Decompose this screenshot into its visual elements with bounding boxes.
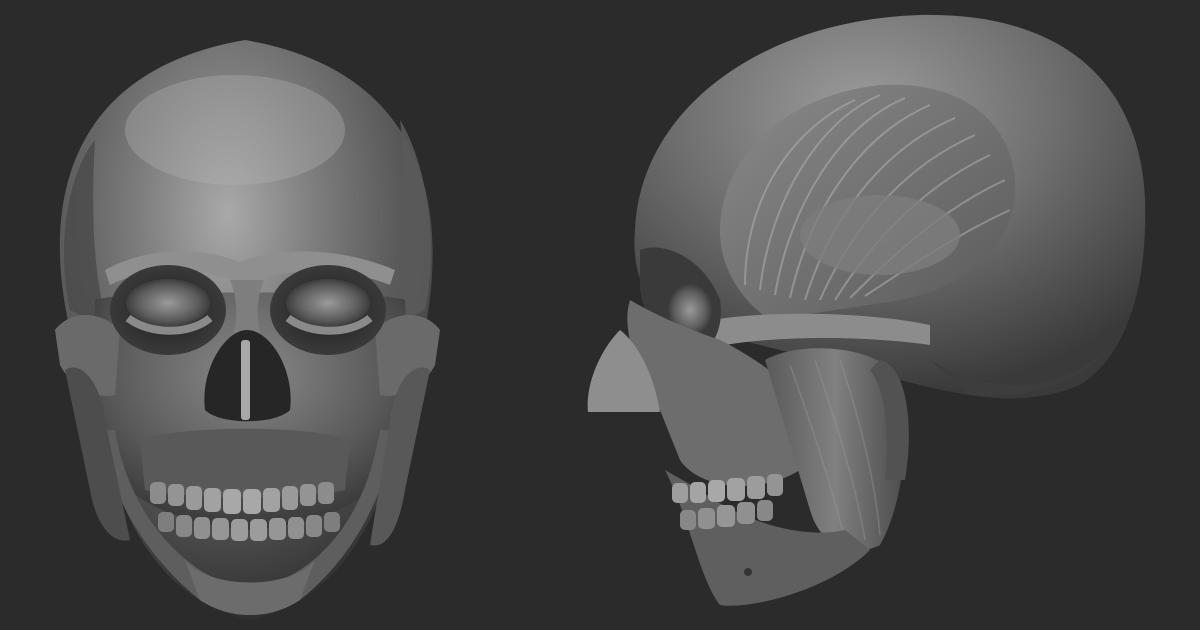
skull-side-view bbox=[587, 14, 1146, 606]
render-canvas bbox=[55, 14, 1146, 620]
eyeball-left bbox=[126, 279, 210, 327]
forehead-highlight bbox=[125, 75, 345, 185]
sculpt-viewport bbox=[0, 0, 1200, 630]
nasal-septum bbox=[241, 340, 250, 420]
temporalis-tendon bbox=[800, 195, 960, 275]
eyeball-right bbox=[286, 279, 370, 327]
skull-front-view bbox=[55, 40, 440, 620]
mental-foramen bbox=[744, 568, 752, 576]
